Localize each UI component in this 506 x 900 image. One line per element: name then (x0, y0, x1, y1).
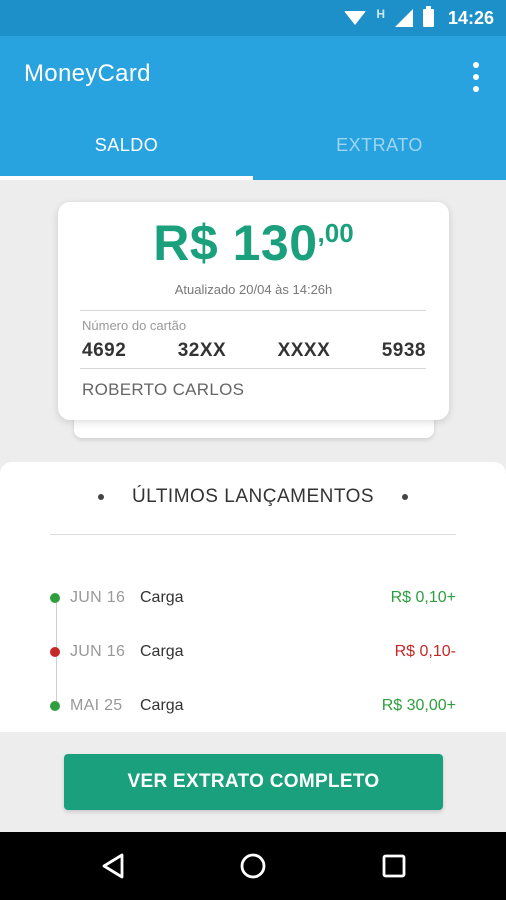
home-icon[interactable] (237, 850, 269, 882)
section-header: ÚLTIMOS LANÇAMENTOS (0, 484, 506, 510)
card-number-group: 32XX (177, 340, 227, 361)
status-icons: H (344, 6, 434, 28)
card-number-group: 4692 (82, 340, 127, 361)
status-bar: H 14:26 (0, 0, 506, 36)
credit-dot-icon (50, 593, 60, 603)
transaction-description: Carga (140, 643, 184, 660)
tab-bar: SALDO EXTRATO (0, 114, 506, 180)
transaction-amount: R$ 0,10+ (390, 589, 456, 606)
bottom-action-area: VER EXTRATO COMPLETO (0, 732, 506, 832)
card-divider-top (80, 310, 426, 311)
recents-icon[interactable] (378, 850, 410, 882)
transaction-amount: R$ 30,00+ (381, 697, 456, 714)
status-time: 14:26 (447, 8, 494, 28)
transaction-description: Carga (140, 697, 184, 714)
card-number-label: Número do cartão (82, 318, 187, 333)
transaction-date: JUN 16 (70, 643, 126, 660)
wifi-icon (344, 11, 367, 25)
balance-updated-text: Atualizado 20/04 às 14:26h (174, 282, 333, 297)
card-number-group: XXXX (277, 340, 331, 361)
more-vert-icon[interactable] (472, 62, 480, 92)
tab-saldo[interactable]: SALDO (0, 114, 253, 180)
system-nav-bar (0, 832, 506, 900)
recent-transactions-section: ÚLTIMOS LANÇAMENTOS JUN 16 Carga R$ 0,10… (0, 462, 506, 732)
balance-cents: ,00 (317, 218, 354, 248)
bullet-icon (402, 494, 409, 500)
transaction-date: MAI 25 (70, 697, 123, 714)
view-full-statement-button[interactable]: VER EXTRATO COMPLETO (64, 754, 443, 810)
app-title: MoneyCard (24, 60, 151, 87)
bullet-icon (97, 494, 104, 500)
card-number: 4692 32XX XXXX 5938 (82, 340, 426, 362)
card-number-group: 5938 (381, 340, 426, 361)
transaction-row[interactable]: JUN 16 Carga R$ 0,10- (50, 640, 456, 664)
section-title: ÚLTIMOS LANÇAMENTOS (131, 486, 375, 507)
balance-card: R$ 130,00 Atualizado 20/04 às 14:26h Núm… (58, 202, 449, 420)
transaction-amount: R$ 0,10- (394, 643, 456, 660)
debit-dot-icon (50, 647, 60, 657)
balance-main: R$ 130 (153, 215, 318, 271)
back-icon[interactable] (98, 850, 130, 882)
signal-icon (395, 9, 413, 27)
section-divider (50, 534, 456, 535)
transaction-date: JUN 16 (70, 589, 126, 606)
tab-extrato[interactable]: EXTRATO (253, 114, 506, 180)
transaction-row[interactable]: JUN 16 Carga R$ 0,10+ (50, 586, 456, 610)
credit-dot-icon (50, 701, 60, 711)
transaction-row[interactable]: MAI 25 Carga R$ 30,00+ (50, 694, 456, 718)
card-holder-name: ROBERTO CARLOS (82, 380, 245, 399)
balance-amount: R$ 130,00 (58, 214, 449, 272)
network-type-label: H (376, 7, 385, 21)
card-divider-bottom (80, 368, 426, 369)
transaction-description: Carga (140, 589, 184, 606)
app-bar: MoneyCard SALDO EXTRATO (0, 36, 506, 180)
battery-icon (423, 6, 434, 27)
